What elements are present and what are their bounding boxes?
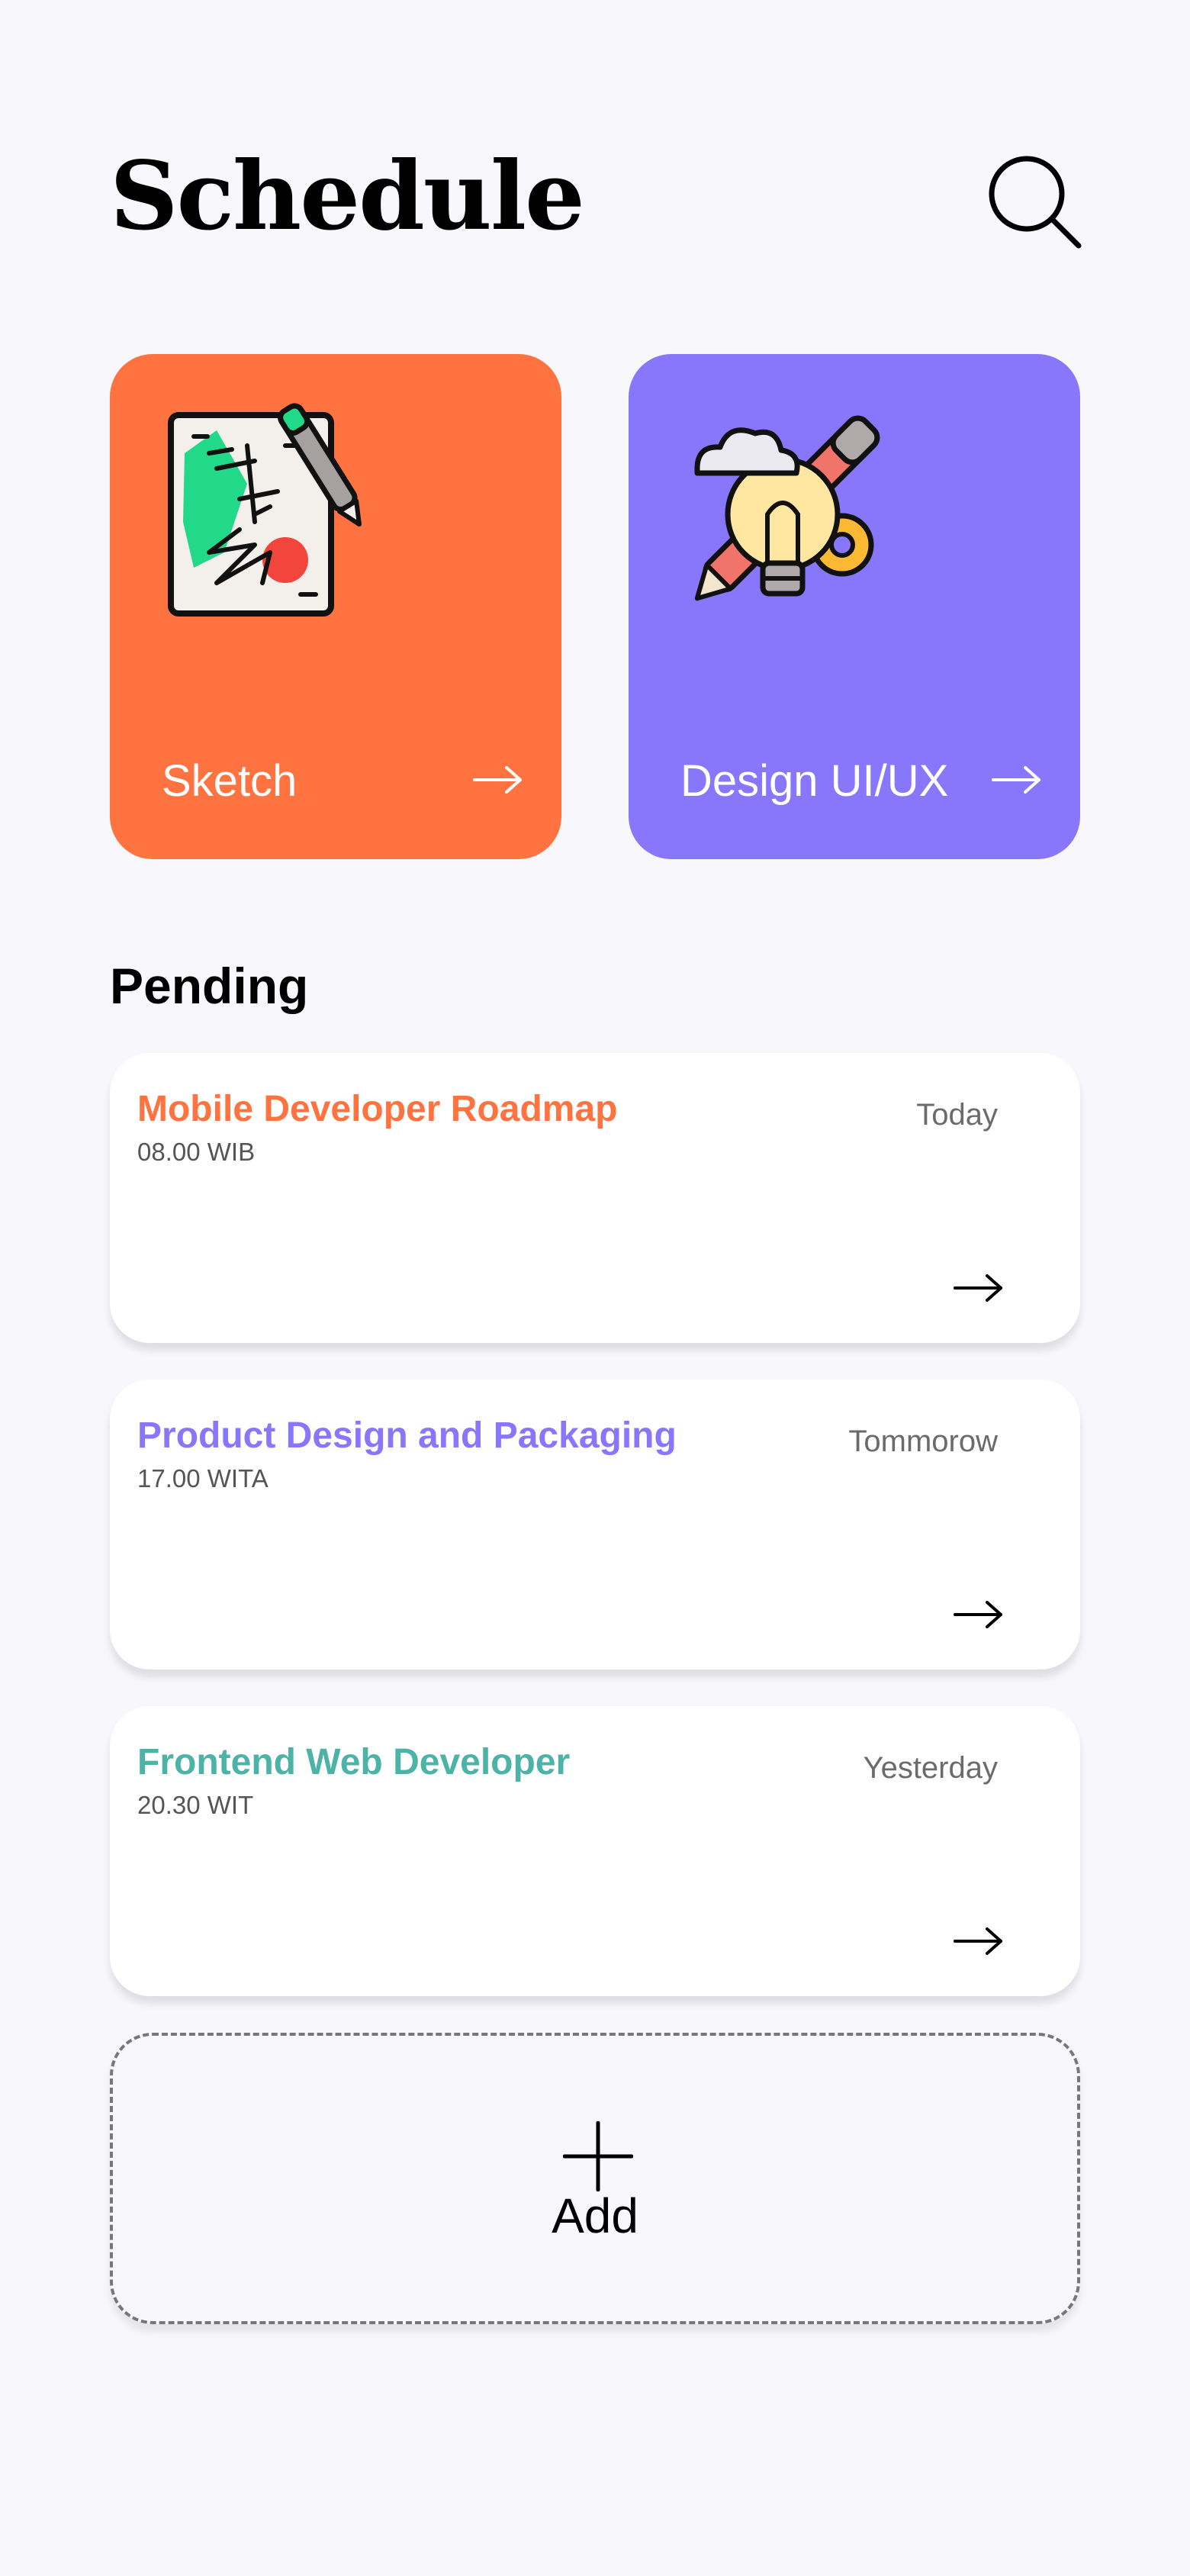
arrow-right-icon: [992, 766, 1040, 794]
task-card[interactable]: Product Design and Packaging 17.00 WITA …: [110, 1380, 1080, 1670]
task-time: 20.30 WIT: [137, 1791, 254, 1819]
arrow-right-icon[interactable]: [954, 1271, 1004, 1305]
task-card[interactable]: Mobile Developer Roadmap 08.00 WIB Today: [110, 1053, 1080, 1343]
page-title: Schedule: [110, 141, 585, 252]
category-card-design[interactable]: Design UI/UX: [629, 354, 1080, 859]
task-card[interactable]: Frontend Web Developer 20.30 WIT Yesterd…: [110, 1706, 1080, 1996]
task-name: Frontend Web Developer: [137, 1742, 571, 1782]
add-label: Add: [552, 2188, 638, 2243]
plus-icon: [563, 2121, 633, 2191]
arrow-right-icon: [473, 766, 522, 794]
category-label: Sketch: [162, 756, 298, 806]
category-label: Design UI/UX: [680, 756, 949, 806]
arrow-right-icon[interactable]: [954, 1598, 1004, 1631]
task-time: 08.00 WIB: [137, 1138, 256, 1166]
task-day: Today: [916, 1098, 998, 1132]
task-name: Mobile Developer Roadmap: [137, 1089, 618, 1129]
category-card-sketch[interactable]: Sketch: [110, 354, 561, 859]
design-lightbulb-icon: [694, 415, 880, 601]
search-button[interactable]: [984, 151, 1085, 252]
task-name: Product Design and Packaging: [137, 1415, 677, 1456]
search-icon: [989, 156, 1082, 249]
pending-section-title: Pending: [110, 958, 309, 1014]
task-day: Tommorow: [848, 1425, 998, 1458]
task-time: 17.00 WITA: [137, 1464, 269, 1492]
arrow-right-icon[interactable]: [954, 1924, 1004, 1958]
task-day: Yesterday: [863, 1751, 998, 1785]
add-task-button[interactable]: Add: [110, 2033, 1080, 2324]
sketch-pad-icon: [168, 403, 362, 617]
